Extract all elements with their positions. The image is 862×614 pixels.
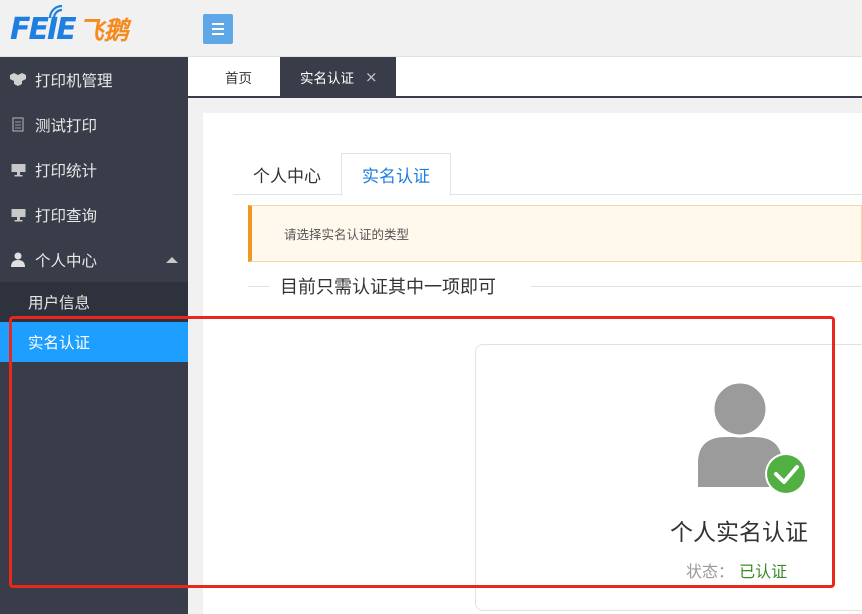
close-icon[interactable]: × [365, 68, 378, 86]
user-icon [9, 251, 27, 269]
inner-tab-personal-center[interactable]: 个人中心 [233, 153, 341, 195]
logo-text-cn: 飞鹅 [78, 16, 129, 45]
page-tabs: 首页 实名认证 × [188, 57, 862, 98]
divider-line [248, 286, 270, 287]
tab-label: 实名认证 [300, 70, 354, 87]
sidebar-item-printer-management[interactable]: 打印机管理 [0, 57, 188, 102]
inner-tab-label: 个人中心 [253, 166, 321, 187]
inner-tab-bar: 个人中心 实名认证 [233, 153, 862, 196]
wifi-arc-icon [48, 4, 63, 19]
avatar [698, 380, 808, 501]
divider-line [531, 286, 862, 287]
personal-verification-card[interactable]: 个人实名认证 状态： 已认证 [475, 344, 862, 611]
verification-status: 状态： 已认证 [686, 558, 787, 582]
sidebar-item-label: 测试打印 [35, 116, 98, 135]
top-bar: FEIE 飞鹅 [0, 0, 862, 57]
menu-toggle-button[interactable] [203, 14, 233, 44]
document-icon [9, 116, 27, 134]
tip-banner: 请选择实名认证的类型 [248, 205, 862, 262]
logo-text-en: FEIE [10, 11, 77, 47]
inner-tab-verification[interactable]: 实名认证 [341, 153, 451, 196]
tab-label: 首页 [225, 70, 252, 87]
user-avatar-icon [698, 380, 807, 495]
status-label: 状态： [686, 562, 735, 581]
sidebar-subitem-user-info[interactable]: 用户信息 [0, 282, 188, 322]
monitor-icon [9, 206, 27, 224]
card-title: 个人实名认证 [670, 520, 808, 546]
sidebar-item-label: 打印机管理 [35, 71, 113, 90]
main-content: 个人中心 实名认证 请选择实名认证的类型 目前只需认证其中一项即可 个人实名认证… [203, 113, 862, 614]
logo: FEIE 飞鹅 [10, 4, 129, 50]
section-divider: 目前只需认证其中一项即可 [248, 273, 862, 301]
sidebar-item-test-print[interactable]: 测试打印 [0, 102, 188, 147]
chevron-up-icon [166, 257, 178, 263]
cubes-icon [9, 71, 27, 89]
tab-verification[interactable]: 实名认证 × [280, 57, 396, 96]
inner-tab-label: 实名认证 [362, 167, 430, 187]
sidebar: 打印机管理 测试打印 打印统计 打印查询 个人中心 用户信息 实名认证 [0, 57, 188, 614]
tip-text: 请选择实名认证的类型 [284, 227, 410, 242]
sidebar-item-personal-center[interactable]: 个人中心 [0, 237, 188, 282]
sidebar-submenu: 用户信息 实名认证 [0, 282, 188, 362]
sidebar-item-label: 打印统计 [35, 161, 98, 180]
sidebar-item-label: 打印查询 [35, 206, 98, 225]
sidebar-item-label: 个人中心 [35, 251, 98, 270]
status-badge: 已认证 [739, 562, 788, 581]
sidebar-subitem-verification[interactable]: 实名认证 [0, 322, 188, 362]
monitor-icon [9, 161, 27, 179]
sidebar-subitem-label: 用户信息 [28, 294, 91, 312]
section-title: 目前只需认证其中一项即可 [280, 277, 496, 298]
tab-home[interactable]: 首页 [188, 57, 280, 96]
sidebar-subitem-label: 实名认证 [28, 334, 91, 352]
sidebar-item-print-stats[interactable]: 打印统计 [0, 147, 188, 192]
hamburger-icon [212, 23, 224, 25]
sidebar-item-print-query[interactable]: 打印查询 [0, 192, 188, 237]
